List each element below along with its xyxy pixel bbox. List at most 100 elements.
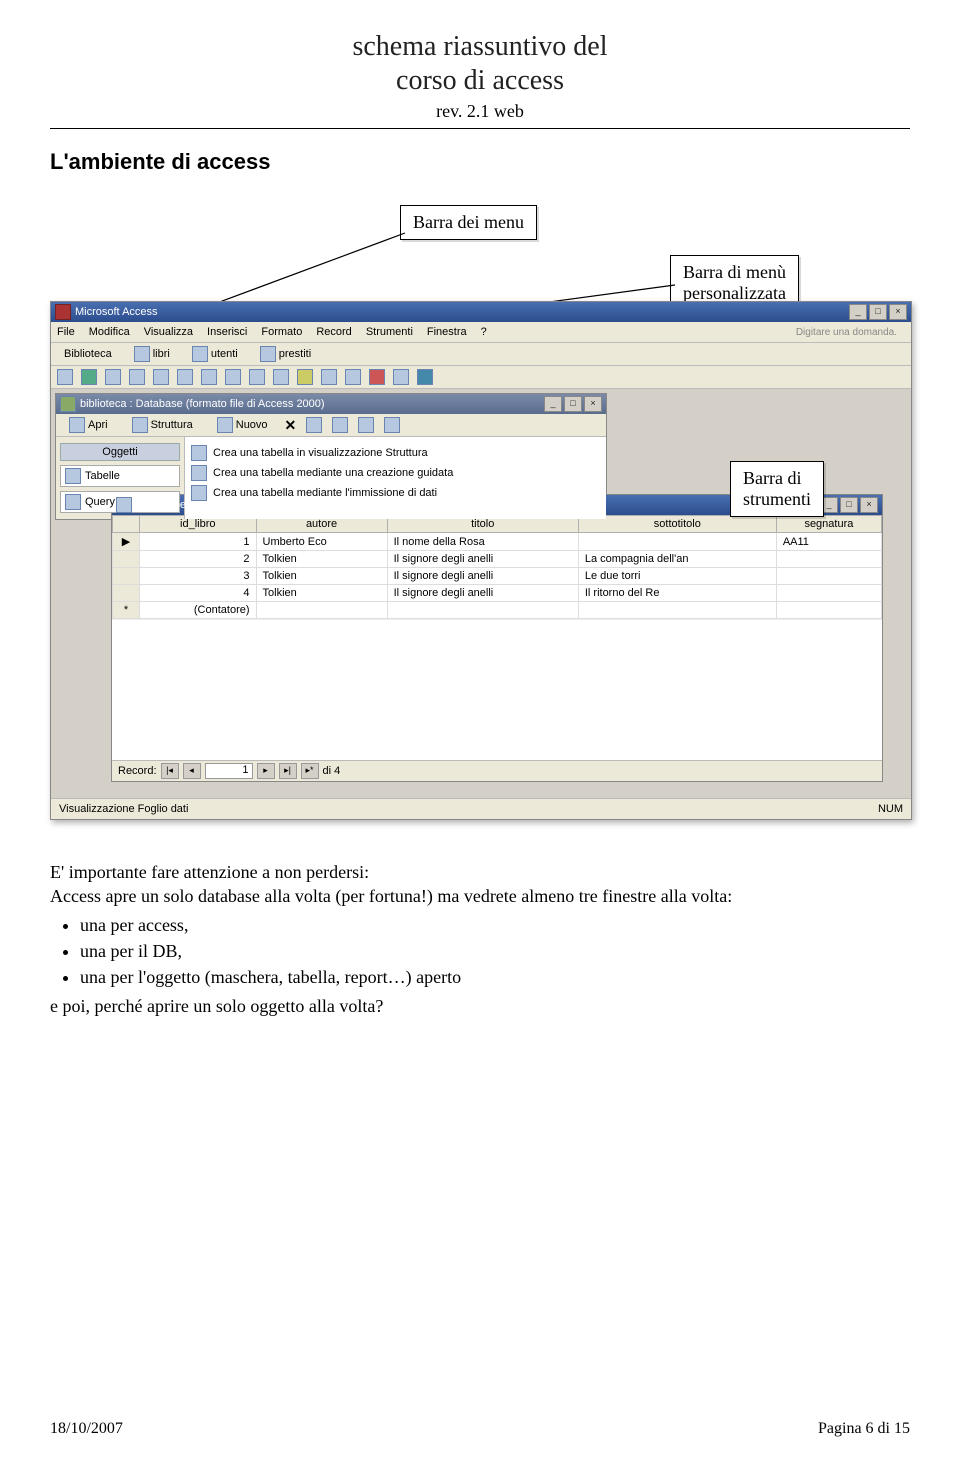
cell-id[interactable]: 1 <box>140 533 257 551</box>
cell-sottotitolo[interactable] <box>578 533 776 551</box>
col-segnatura[interactable]: segnatura <box>776 516 881 533</box>
cell-titolo[interactable]: Il signore degli anelli <box>387 568 578 585</box>
menu-strumenti[interactable]: Strumenti <box>366 326 413 338</box>
custom-toolbar-prestiti[interactable]: prestiti <box>253 344 318 364</box>
sort-desc-icon[interactable] <box>273 369 289 385</box>
cell-autore[interactable]: Umberto Eco <box>256 533 387 551</box>
callout-tool-bar-l2: strumenti <box>743 489 811 510</box>
record-position[interactable]: 1 <box>205 763 253 779</box>
cell-titolo[interactable]: Il signore degli anelli <box>387 585 578 602</box>
cell-segnatura[interactable] <box>776 551 881 568</box>
row-selector[interactable]: ▶ <box>113 533 140 551</box>
cut-icon[interactable] <box>153 369 169 385</box>
standard-toolbar[interactable] <box>51 366 911 389</box>
row-selector[interactable] <box>113 568 140 585</box>
cell-id[interactable]: 3 <box>140 568 257 585</box>
menu-inserisci[interactable]: Inserisci <box>207 326 247 338</box>
view-icon[interactable] <box>57 369 73 385</box>
cell-sottotitolo[interactable]: Le due torri <box>578 568 776 585</box>
cell-segnatura[interactable] <box>776 568 881 585</box>
copy-icon[interactable] <box>177 369 193 385</box>
delete-icon[interactable]: ✕ <box>285 417 297 434</box>
delete-record-icon[interactable] <box>369 369 385 385</box>
table-row-new[interactable]: *(Contatore) <box>113 602 882 619</box>
cell-id[interactable]: 4 <box>140 585 257 602</box>
details-icon[interactable] <box>384 417 400 433</box>
undo-icon[interactable] <box>225 369 241 385</box>
app-titlebar[interactable]: Microsoft Access _ □ × <box>51 302 911 322</box>
minimize-icon[interactable]: _ <box>544 396 562 412</box>
create-dati[interactable]: Crea una tabella mediante l'immissione d… <box>191 483 600 503</box>
cell-autore[interactable]: Tolkien <box>256 585 387 602</box>
col-sottotitolo[interactable]: sottotitolo <box>578 516 776 533</box>
db-new-button[interactable]: Nuovo <box>210 415 275 435</box>
paste-icon[interactable] <box>201 369 217 385</box>
db-open-button[interactable]: Apri <box>62 415 115 435</box>
record-navigator[interactable]: Record: |◂ ◂ 1 ▸ ▸| ▸* di 4 <box>112 760 882 781</box>
cell-sottotitolo[interactable]: La compagnia dell'an <box>578 551 776 568</box>
maximize-icon[interactable]: □ <box>840 497 858 513</box>
menu-file[interactable]: File <box>57 326 75 338</box>
nav-next-icon[interactable]: ▸ <box>257 763 275 779</box>
cell-segnatura[interactable] <box>776 585 881 602</box>
callout-custom-bar-l1: Barra di menù <box>683 262 786 283</box>
find-icon[interactable] <box>321 369 337 385</box>
footer-page: Pagina 6 di 15 <box>818 1420 910 1438</box>
menu-record[interactable]: Record <box>316 326 351 338</box>
minimize-icon[interactable]: _ <box>849 304 867 320</box>
filter-icon[interactable] <box>297 369 313 385</box>
menu-bar[interactable]: File Modifica Visualizza Inserisci Forma… <box>51 322 911 343</box>
row-selector[interactable] <box>113 585 140 602</box>
close-icon[interactable]: × <box>860 497 878 513</box>
menu-finestra[interactable]: Finestra <box>427 326 467 338</box>
nav-prev-icon[interactable]: ◂ <box>183 763 201 779</box>
table-window[interactable]: libri : Tabella _ □ × id_libro autore <box>111 494 883 782</box>
maximize-icon[interactable]: □ <box>564 396 582 412</box>
db-design-button[interactable]: Struttura <box>125 415 200 435</box>
preview-icon[interactable] <box>129 369 145 385</box>
large-icons-icon[interactable] <box>306 417 322 433</box>
cell-autore[interactable]: Tolkien <box>256 568 387 585</box>
table-row[interactable]: 3TolkienIl signore degli anelliLe due to… <box>113 568 882 585</box>
database-window-icon[interactable] <box>393 369 409 385</box>
cell-titolo[interactable]: Il nome della Rosa <box>387 533 578 551</box>
print-icon[interactable] <box>105 369 121 385</box>
nav-new-icon[interactable]: ▸* <box>301 763 319 779</box>
row-selector[interactable] <box>113 551 140 568</box>
cell-sottotitolo[interactable]: Il ritorno del Re <box>578 585 776 602</box>
grid-empty-area[interactable] <box>112 619 882 760</box>
custom-toolbar-utenti[interactable]: utenti <box>185 344 245 364</box>
table-row[interactable]: 2TolkienIl signore degli anelliLa compag… <box>113 551 882 568</box>
list-icon[interactable] <box>358 417 374 433</box>
close-icon[interactable]: × <box>584 396 602 412</box>
record-label: Record: <box>118 765 157 777</box>
help-icon[interactable] <box>417 369 433 385</box>
nav-last-icon[interactable]: ▸| <box>279 763 297 779</box>
cell-titolo[interactable]: Il signore degli anelli <box>387 551 578 568</box>
create-guidata[interactable]: Crea una tabella mediante una creazione … <box>191 463 600 483</box>
save-icon[interactable] <box>81 369 97 385</box>
menu-visualizza[interactable]: Visualizza <box>144 326 193 338</box>
create-struttura[interactable]: Crea una tabella in visualizzazione Stru… <box>191 443 600 463</box>
objects-tabelle[interactable]: Tabelle <box>60 465 180 487</box>
close-icon[interactable]: × <box>889 304 907 320</box>
ask-question-box[interactable]: Digitare una domanda. <box>796 327 905 338</box>
data-grid[interactable]: id_libro autore titolo sottotitolo segna… <box>112 515 882 619</box>
new-record-icon[interactable] <box>345 369 361 385</box>
menu-modifica[interactable]: Modifica <box>89 326 130 338</box>
cell-id[interactable]: 2 <box>140 551 257 568</box>
cell-autore[interactable]: Tolkien <box>256 551 387 568</box>
table-row[interactable]: ▶1Umberto EcoIl nome della Rosa AA11 <box>113 533 882 551</box>
row-selector-new[interactable]: * <box>113 602 140 619</box>
menu-formato[interactable]: Formato <box>261 326 302 338</box>
sort-asc-icon[interactable] <box>249 369 265 385</box>
menu-help[interactable]: ? <box>481 326 487 338</box>
cell-new-id[interactable]: (Contatore) <box>140 602 257 619</box>
nav-first-icon[interactable]: |◂ <box>161 763 179 779</box>
maximize-icon[interactable]: □ <box>869 304 887 320</box>
cell-segnatura[interactable]: AA11 <box>776 533 881 551</box>
small-icons-icon[interactable] <box>332 417 348 433</box>
custom-toolbar-libri[interactable]: libri <box>127 344 177 364</box>
table-row[interactable]: 4TolkienIl signore degli anelliIl ritorn… <box>113 585 882 602</box>
custom-toolbar[interactable]: Biblioteca libri utenti prestiti <box>51 343 911 366</box>
